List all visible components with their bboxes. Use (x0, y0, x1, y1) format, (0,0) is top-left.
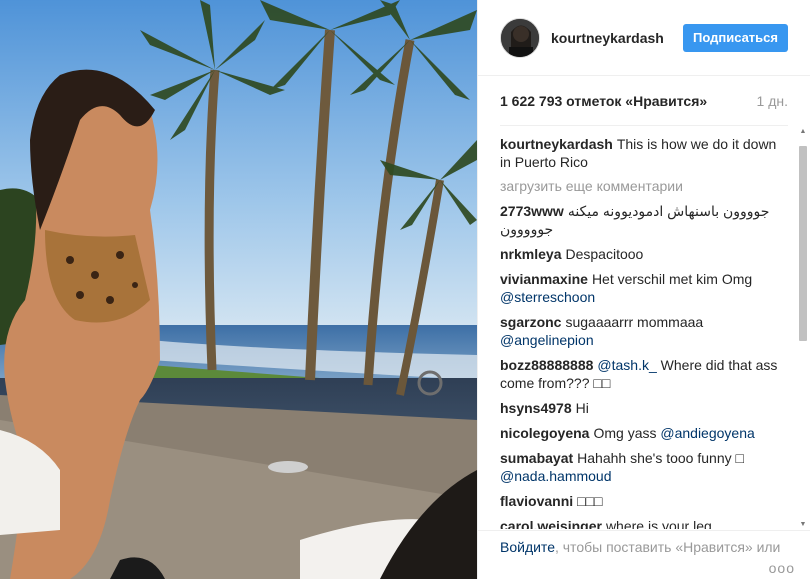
comments-list: kourtneykardash This is how we do it down… (478, 127, 798, 529)
scroll-down-arrow-icon[interactable]: ▼ (798, 521, 808, 528)
comment-item: bozz88888888 @tash.k_ Where did that ass … (500, 356, 790, 392)
comment-item: 2773www جوووون باسنهاش ادموديوونه ميكنه ج… (500, 202, 790, 238)
comment-mention[interactable]: @sterreschoon (500, 289, 595, 305)
comment-mention[interactable]: @andiegoyena (660, 425, 754, 441)
comment-text: Despacitooo (565, 246, 644, 262)
beach-pool-photo (0, 0, 477, 579)
comment-username[interactable]: hsyns4978 (500, 400, 572, 416)
post-username[interactable]: kourtneykardash (551, 30, 683, 46)
comment-username[interactable]: sgarzonc (500, 314, 561, 330)
comment-username[interactable]: nicolegoyena (500, 425, 589, 441)
caption-username[interactable]: kourtneykardash (500, 136, 613, 152)
comment-item: sgarzonc sugaaaarrr mommaaa @angelinepion (500, 313, 790, 349)
comment-item: carol.weisinger where is your leg (500, 517, 790, 529)
load-more-comments-link[interactable]: загрузить еще комментарии (500, 178, 790, 194)
comment-text: Omg yass (593, 425, 657, 441)
comment-item: vivianmaxine Het verschil met kim Omg @st… (500, 270, 790, 306)
comment-item: nrkmleya Despacitooo (500, 245, 790, 263)
comment-mention[interactable]: @nada.hammoud (500, 468, 612, 484)
post-footer: Войдите, чтобы поставить «Нравится» или … (478, 530, 810, 579)
comment-item: flaviovanni □□□ (500, 492, 790, 510)
comment-text: Hahahh she's tooo funny □ (577, 450, 744, 466)
comment-text: where is your leg (605, 518, 712, 529)
comment-username[interactable]: sumabayat (500, 450, 573, 466)
comment-item: nicolegoyena Omg yass @andiegoyena (500, 424, 790, 442)
comment-item: hsyns4978 Hi (500, 399, 790, 417)
avatar-image-icon (501, 18, 539, 57)
post-photo[interactable] (0, 0, 477, 579)
comment-item: sumabayat Hahahh she's tooo funny □ @nada… (500, 449, 790, 485)
post-time[interactable]: 1 дн. (757, 93, 788, 109)
comments-scrollbar[interactable]: ▲ ▼ (798, 128, 808, 528)
login-prompt-text: , чтобы поставить «Нравится» или (554, 539, 781, 555)
comment-username[interactable]: 2773www (500, 203, 564, 219)
post-header: kourtneykardash Подписаться (478, 0, 810, 76)
scroll-up-arrow-icon[interactable]: ▲ (798, 128, 808, 135)
caption: kourtneykardash This is how we do it down… (500, 135, 790, 171)
comment-text: □□□ (577, 493, 603, 509)
comment-text: Het verschil met kim Omg (591, 271, 753, 287)
comment-username[interactable]: vivianmaxine (500, 271, 588, 287)
comment-text: Hi (575, 400, 589, 416)
post-stats: 1 622 793 отметок «Нравится» 1 дн. (500, 76, 788, 126)
comment-username[interactable]: carol.weisinger (500, 518, 602, 529)
instagram-post: kourtneykardash Подписаться 1 622 793 от… (0, 0, 810, 579)
comment-mention[interactable]: @angelinepion (500, 332, 594, 348)
more-options-icon[interactable]: ооо (769, 559, 795, 577)
comment-mention[interactable]: @tash.k_ (597, 357, 656, 373)
follow-button[interactable]: Подписаться (682, 23, 788, 52)
scrollbar-thumb[interactable] (799, 146, 807, 341)
comment-username[interactable]: flaviovanni (500, 493, 573, 509)
comment-username[interactable]: bozz88888888 (500, 357, 593, 373)
likes-count[interactable]: 1 622 793 отметок «Нравится» (500, 93, 707, 109)
comment-text: sugaaaarrr mommaaa (565, 314, 704, 330)
login-link[interactable]: Войдите (500, 539, 555, 555)
post-sidebar: kourtneykardash Подписаться 1 622 793 от… (477, 0, 810, 579)
comment-username[interactable]: nrkmleya (500, 246, 561, 262)
avatar[interactable] (500, 17, 540, 58)
